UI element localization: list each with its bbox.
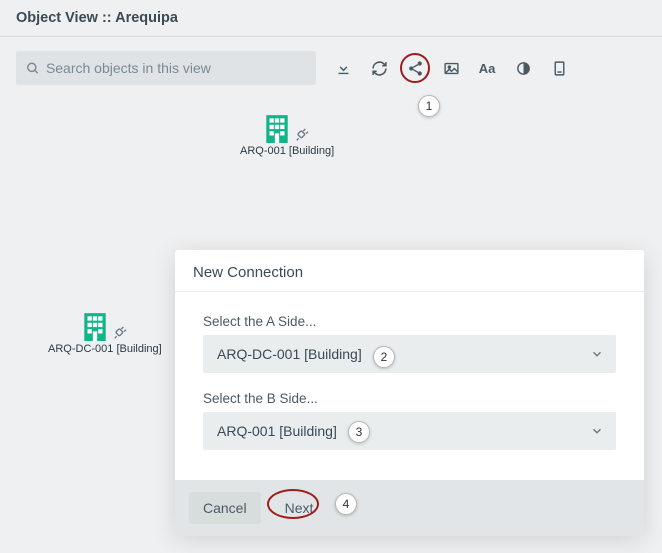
refresh-icon bbox=[371, 60, 388, 77]
image-button[interactable] bbox=[434, 51, 468, 85]
page-icon bbox=[551, 60, 568, 77]
image-icon bbox=[443, 60, 460, 77]
toolbar-icons: Aa bbox=[326, 51, 576, 85]
page-button[interactable] bbox=[542, 51, 576, 85]
select-side-a-value: ARQ-DC-001 [Building] bbox=[217, 346, 362, 362]
download-icon bbox=[335, 60, 352, 77]
contrast-icon bbox=[515, 60, 532, 77]
next-button[interactable]: Next bbox=[271, 492, 328, 524]
cancel-button[interactable]: Cancel bbox=[189, 492, 261, 524]
select-side-a[interactable]: ARQ-DC-001 [Building] bbox=[203, 335, 616, 373]
font-button[interactable]: Aa bbox=[470, 51, 504, 85]
chevron-down-icon bbox=[590, 424, 604, 438]
refresh-button[interactable] bbox=[362, 51, 396, 85]
node-label: ARQ-001 [Building] bbox=[240, 145, 334, 157]
search-box[interactable] bbox=[16, 51, 316, 85]
search-icon bbox=[26, 61, 40, 76]
node-label: ARQ-DC-001 [Building] bbox=[48, 343, 162, 355]
select-side-b-value: ARQ-001 [Building] bbox=[217, 423, 337, 439]
label-side-b: Select the B Side... bbox=[203, 391, 616, 406]
node-arq-001[interactable]: ARQ-001 [Building] bbox=[240, 113, 334, 157]
download-button[interactable] bbox=[326, 51, 360, 85]
building-icon bbox=[82, 311, 108, 341]
plug-icon bbox=[294, 127, 310, 143]
modal-footer: Cancel Next bbox=[175, 480, 644, 536]
highlight-ring bbox=[400, 53, 430, 83]
font-icon: Aa bbox=[479, 61, 496, 76]
toolbar: Aa bbox=[0, 37, 662, 93]
callout-4: 4 bbox=[335, 493, 357, 515]
share-icon bbox=[407, 60, 424, 77]
search-input[interactable] bbox=[46, 60, 306, 76]
callout-3: 3 bbox=[348, 421, 370, 443]
building-icon bbox=[264, 113, 290, 143]
plug-icon bbox=[112, 325, 128, 341]
callout-1: 1 bbox=[418, 95, 440, 117]
new-connection-modal: New Connection Select the A Side... ARQ-… bbox=[175, 250, 644, 536]
callout-2: 2 bbox=[373, 346, 395, 368]
share-button[interactable] bbox=[398, 51, 432, 85]
node-arq-dc-001[interactable]: ARQ-DC-001 [Building] bbox=[48, 311, 162, 355]
select-side-b[interactable]: ARQ-001 [Building] bbox=[203, 412, 616, 450]
page-title: Object View :: Arequipa bbox=[0, 0, 662, 37]
label-side-a: Select the A Side... bbox=[203, 314, 616, 329]
contrast-button[interactable] bbox=[506, 51, 540, 85]
chevron-down-icon bbox=[590, 347, 604, 361]
modal-body: Select the A Side... ARQ-DC-001 [Buildin… bbox=[175, 292, 644, 480]
modal-title: New Connection bbox=[175, 250, 644, 292]
